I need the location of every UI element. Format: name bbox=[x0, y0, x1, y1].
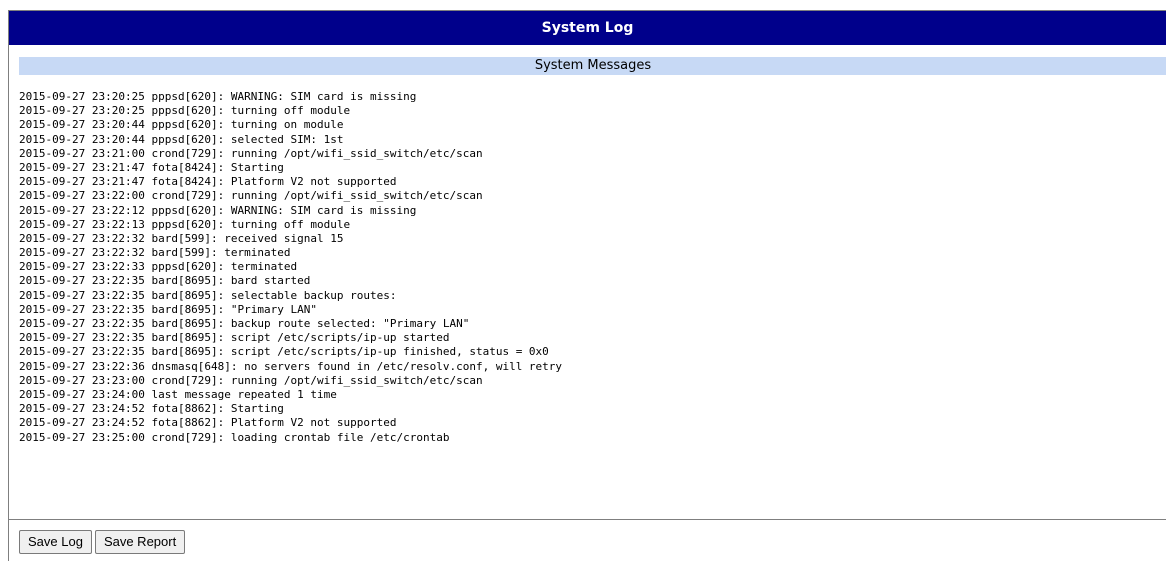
log-line: 2015-09-27 23:22:00 crond[729]: running … bbox=[19, 189, 483, 203]
save-report-button[interactable]: Save Report bbox=[94, 530, 186, 554]
log-line: 2015-09-27 23:22:32 bard[599]: received … bbox=[19, 231, 344, 245]
log-line: 2015-09-27 23:22:32 bard[599]: terminate… bbox=[19, 246, 291, 260]
log-line: 2015-09-27 23:21:47 fota[8424]: Platform… bbox=[19, 175, 397, 189]
log-line: 2015-09-27 23:22:12 pppsd[620]: WARNING:… bbox=[19, 203, 417, 217]
log-line: 2015-09-27 23:22:35 bard[8695]: bard sta… bbox=[19, 274, 311, 288]
save-log-button[interactable]: Save Log bbox=[19, 530, 92, 554]
log-line: 2015-09-27 23:22:13 pppsd[620]: turning … bbox=[19, 217, 351, 231]
log-line: 2015-09-27 23:22:35 bard[8695]: script /… bbox=[19, 331, 450, 345]
log-line: 2015-09-27 23:20:44 pppsd[620]: selected… bbox=[19, 132, 344, 146]
footer-divider bbox=[9, 519, 1166, 520]
log-line: 2015-09-27 23:20:25 pppsd[620]: WARNING:… bbox=[19, 90, 417, 103]
log-line: 2015-09-27 23:21:00 crond[729]: running … bbox=[19, 146, 483, 160]
log-line: 2015-09-27 23:22:36 dnsmasq[648]: no ser… bbox=[19, 359, 563, 373]
system-log-panel: System Log System Messages 2015-09-27 23… bbox=[8, 10, 1166, 561]
action-bar: Save Log Save Report bbox=[19, 530, 186, 554]
log-line: 2015-09-27 23:22:33 pppsd[620]: terminat… bbox=[19, 260, 298, 274]
log-line: 2015-09-27 23:22:35 bard[8695]: backup r… bbox=[19, 317, 470, 330]
log-line: 2015-09-27 23:20:25 pppsd[620]: turning … bbox=[19, 104, 351, 118]
log-line: 2015-09-27 23:24:00 last message repeate… bbox=[19, 387, 337, 401]
log-line: 2015-09-27 23:21:47 fota[8424]: Starting bbox=[19, 160, 284, 174]
log-line: 2015-09-27 23:20:44 pppsd[620]: turning … bbox=[19, 118, 344, 132]
log-output: 2015-09-27 23:20:25 pppsd[620]: WARNING:… bbox=[19, 90, 1159, 500]
log-line: 2015-09-27 23:22:35 bard[8695]: "Primary… bbox=[19, 302, 318, 316]
section-header-system-messages: System Messages bbox=[19, 57, 1166, 75]
page-title: System Log bbox=[9, 11, 1166, 45]
log-line: 2015-09-27 23:23:00 crond[729]: running … bbox=[19, 373, 483, 387]
log-line: 2015-09-27 23:22:35 bard[8695]: selectab… bbox=[19, 288, 397, 302]
log-line: 2015-09-27 23:22:35 bard[8695]: script /… bbox=[19, 345, 549, 359]
log-line: 2015-09-27 23:24:52 fota[8862]: Platform… bbox=[19, 416, 397, 430]
log-line: 2015-09-27 23:25:00 crond[729]: loading … bbox=[19, 430, 450, 444]
log-line: 2015-09-27 23:24:52 fota[8862]: Starting bbox=[19, 402, 284, 416]
